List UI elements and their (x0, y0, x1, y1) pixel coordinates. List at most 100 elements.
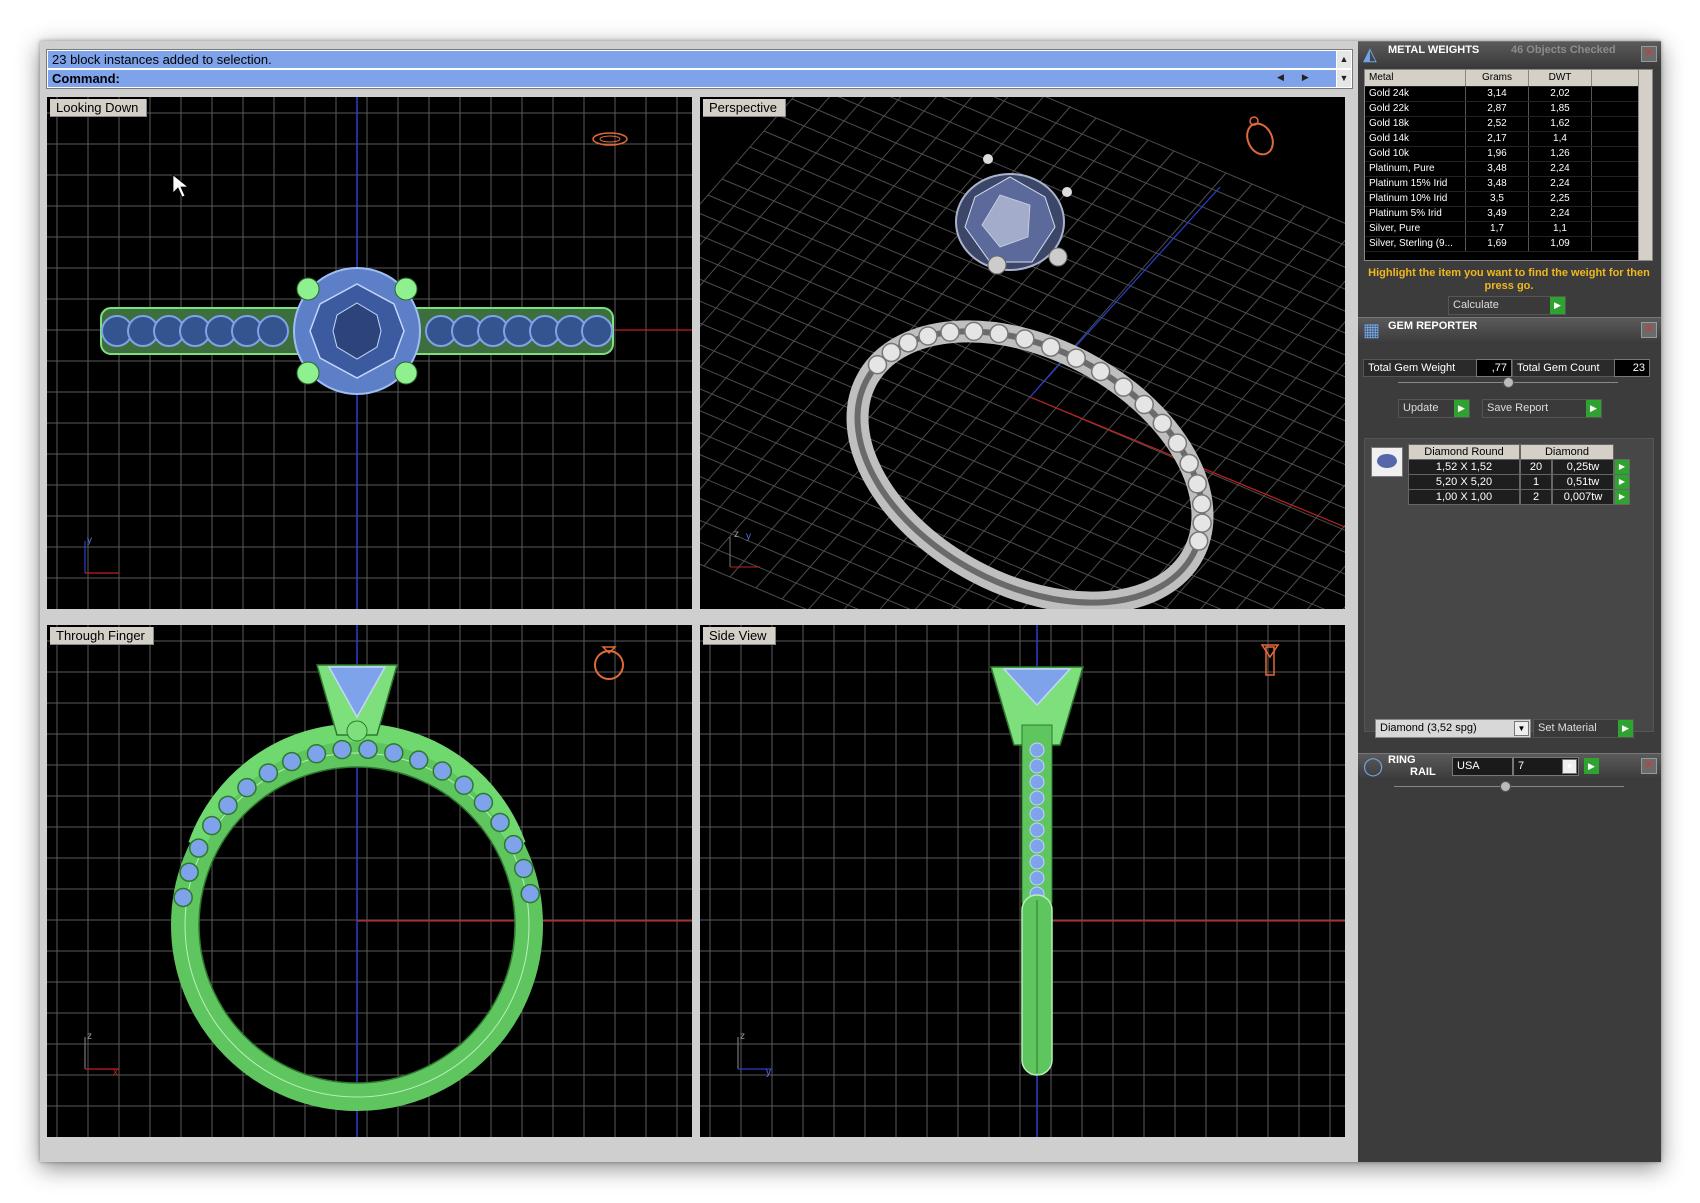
chevron-down-icon[interactable]: ▼ (1562, 759, 1577, 774)
app-window: 23 block instances added to selection. C… (40, 41, 1661, 1162)
ring-size-standard-select[interactable]: USA (1452, 757, 1513, 776)
play-arrow-icon[interactable]: ▶ (1550, 297, 1565, 314)
gem-reporter-header: ▦ GEM REPORTER ✕ (1358, 317, 1661, 344)
gem-size-cell: 1,52 X 1,52 (1408, 459, 1520, 475)
metal-weights-table[interactable]: Metal Grams DWT Gold 24k 3,14 2,02 Gold 22k… (1364, 69, 1653, 261)
viewport-through-finger[interactable]: Through Finger z x (47, 625, 692, 1137)
dwt-cell: 1,4 (1529, 132, 1592, 146)
table-row[interactable]: Gold 18k 2,52 1,62 (1365, 117, 1652, 132)
dwt-cell: 2,24 (1529, 162, 1592, 176)
set-material-label: Set Material (1538, 722, 1597, 734)
gem-table-row[interactable]: 5,20 X 5,20 1 0,51tw ▶ (1408, 474, 1638, 490)
play-arrow-icon[interactable]: ▶ (1584, 758, 1599, 774)
view-ring-icon[interactable] (594, 646, 624, 680)
set-material-button[interactable]: Set Material ▶ (1533, 719, 1634, 738)
material-select[interactable]: Diamond (3,52 spg) ▼ (1375, 719, 1531, 738)
column-header-metal[interactable]: Metal (1365, 70, 1466, 86)
metal-name-cell: Platinum, Pure (1365, 162, 1466, 176)
grams-cell: 1,7 (1466, 222, 1529, 236)
gem-list-area[interactable]: Diamond Round Diamond 1,52 X 1,52 20 0,25t… (1364, 438, 1654, 738)
grams-cell: 1,96 (1466, 147, 1529, 161)
total-gem-weight-value: ,77 (1476, 359, 1512, 377)
table-row[interactable]: Gold 14k 2,17 1,4 (1365, 132, 1652, 147)
play-arrow-icon[interactable]: ▶ (1454, 400, 1469, 417)
close-x-icon[interactable]: ✕ (1641, 758, 1657, 774)
command-area: 23 block instances added to selection. C… (46, 49, 1353, 89)
calculate-button[interactable]: Calculate ▶ (1448, 296, 1566, 315)
dwt-cell: 1,85 (1529, 102, 1592, 116)
play-arrow-icon[interactable]: ▶ (1614, 489, 1630, 505)
grams-cell: 1,69 (1466, 237, 1529, 251)
history-scroll-up-icon[interactable]: ▼ (1337, 70, 1351, 87)
ring-rail-header: ◯ RING RAIL USA 7 ▼ ▶ ✕ (1358, 753, 1661, 780)
play-arrow-icon[interactable]: ▶ (1614, 459, 1630, 475)
view-ring-icon[interactable] (1242, 116, 1277, 159)
view-ring-icon[interactable] (1260, 644, 1280, 676)
metal-name-cell: Silver, Sterling (9... (1365, 237, 1466, 251)
update-label: Update (1403, 402, 1439, 414)
ring-rail-slider[interactable] (1394, 781, 1624, 792)
ring-size-select[interactable]: 7 ▼ (1513, 757, 1579, 776)
grams-cell: 3,48 (1466, 162, 1529, 176)
metal-weights-icon: ◭ (1363, 44, 1377, 64)
play-arrow-icon[interactable]: ▶ (1618, 720, 1633, 737)
command-input[interactable] (131, 71, 1271, 86)
save-report-label: Save Report (1487, 402, 1549, 414)
objects-checked-label: 46 Objects Checked (1511, 44, 1616, 56)
gem-size-cell: 5,20 X 5,20 (1408, 474, 1520, 490)
dwt-cell: 2,24 (1529, 207, 1592, 221)
metal-name-cell: Platinum 15% Irid (1365, 177, 1466, 191)
viewport-title[interactable]: Side View (703, 627, 776, 645)
column-header-dwt[interactable]: DWT (1529, 70, 1592, 86)
gem-reporter-slider[interactable] (1398, 377, 1618, 388)
save-report-button[interactable]: Save Report ▶ (1482, 399, 1602, 418)
axis-label-z: z (87, 1031, 92, 1042)
close-x-icon[interactable]: ✕ (1641, 46, 1657, 62)
grams-cell: 3,49 (1466, 207, 1529, 221)
table-row[interactable]: Gold 10k 1,96 1,26 (1365, 147, 1652, 162)
view-ring-icon[interactable] (592, 132, 628, 146)
ring-size-standard-value: USA (1457, 760, 1480, 772)
viewport-title[interactable]: Looking Down (50, 99, 148, 117)
viewport-title[interactable]: Perspective (703, 99, 786, 117)
viewport-perspective[interactable]: Perspective z y (700, 97, 1345, 609)
axis-label-z: z (734, 529, 739, 540)
table-row[interactable]: Gold 22k 2,87 1,85 (1365, 102, 1652, 117)
table-scrollbar[interactable] (1638, 70, 1652, 260)
calculate-label: Calculate (1453, 299, 1499, 311)
play-arrow-icon[interactable]: ▶ (1586, 400, 1601, 417)
close-x-icon[interactable]: ✕ (1641, 322, 1657, 338)
slider-knob[interactable] (1503, 377, 1514, 388)
update-button[interactable]: Update ▶ (1398, 399, 1470, 418)
viewport-title[interactable]: Through Finger (50, 627, 154, 645)
table-row[interactable]: Platinum 10% Irid 3,5 2,25 (1365, 192, 1652, 207)
grams-cell: 3,14 (1466, 87, 1529, 101)
gem-weight-cell: 0,25tw (1552, 459, 1614, 475)
chevron-down-icon[interactable]: ▼ (1514, 721, 1529, 736)
total-gem-weight-label: Total Gem Weight (1363, 359, 1477, 377)
table-row[interactable]: Platinum 5% Irid 3,49 2,24 (1365, 207, 1652, 222)
command-nav-arrows-icon[interactable]: ◀▶ (1277, 72, 1327, 83)
gem-table-row[interactable]: 1,52 X 1,52 20 0,25tw ▶ (1408, 459, 1638, 475)
ring-rail-title: RING RAIL (1388, 754, 1436, 778)
table-row[interactable]: Silver, Pure 1,7 1,1 (1365, 222, 1652, 237)
history-scroll-down-icon[interactable]: ▲ (1337, 51, 1351, 68)
play-arrow-icon[interactable]: ▶ (1614, 474, 1630, 490)
table-row[interactable]: Platinum, Pure 3,48 2,24 (1365, 162, 1652, 177)
grams-cell: 2,87 (1466, 102, 1529, 116)
slider-knob[interactable] (1500, 781, 1511, 792)
dwt-cell: 1,1 (1529, 222, 1592, 236)
gem-material-header: Diamond (1520, 444, 1614, 460)
table-header-row: Metal Grams DWT (1365, 70, 1652, 87)
command-prompt-label: Command: (52, 71, 120, 86)
gem-table-row[interactable]: 1,00 X 1,00 2 0,007tw ▶ (1408, 489, 1638, 505)
metal-name-cell: Gold 24k (1365, 87, 1466, 101)
metal-name-cell: Platinum 5% Irid (1365, 207, 1466, 221)
table-row[interactable]: Platinum 15% Irid 3,48 2,24 (1365, 177, 1652, 192)
viewport-side-view[interactable]: Side View z y (700, 625, 1345, 1137)
viewport-looking-down[interactable]: Looking Down y (47, 97, 692, 609)
column-header-grams[interactable]: Grams (1466, 70, 1529, 86)
gem-count-cell: 20 (1520, 459, 1552, 475)
table-row[interactable]: Silver, Sterling (9... 1,69 1,09 (1365, 237, 1652, 252)
table-row[interactable]: Gold 24k 3,14 2,02 (1365, 87, 1652, 102)
